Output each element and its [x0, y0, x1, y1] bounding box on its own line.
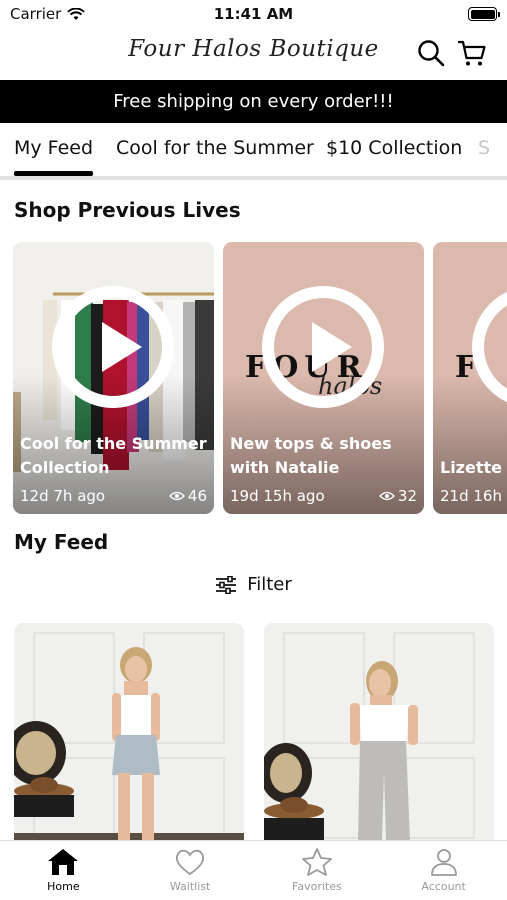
live-card[interactable]: Cool for the Summer Collection 12d 7h ag…	[13, 242, 214, 514]
tab-10-collection[interactable]: $10 Collection	[326, 137, 462, 159]
nav-favorites[interactable]: Favorites	[254, 841, 381, 900]
search-icon[interactable]	[416, 38, 446, 68]
eye-icon	[168, 491, 185, 501]
nav-favorites-label: Favorites	[292, 880, 342, 893]
star-icon	[301, 848, 332, 876]
live-age: 12d 7h ago	[20, 487, 106, 505]
live-card[interactable]: F Lizette & are live! 21d 16h	[433, 242, 507, 514]
sliders-icon	[216, 575, 237, 594]
view-count: 46	[187, 487, 207, 505]
nav-home-label: Home	[47, 880, 80, 893]
live-age: 21d 16h	[440, 487, 502, 505]
clock: 11:41 AM	[213, 5, 294, 23]
person-icon	[430, 849, 457, 876]
nav-home[interactable]: Home	[0, 841, 127, 900]
battery-icon	[468, 7, 500, 21]
nav-waitlist-label: Waitlist	[169, 880, 211, 893]
bottom-tab-bar: Home Waitlist Favorites Account	[0, 840, 507, 900]
filter-button[interactable]: Filter	[0, 574, 507, 595]
promo-banner: Free shipping on every order!!!	[0, 80, 507, 123]
home-icon	[48, 849, 79, 875]
live-title: New tops & shoes with Natalie	[230, 434, 392, 477]
filter-label: Filter	[247, 574, 292, 595]
live-card[interactable]: FOUR halos New tops & shoes with Natalie…	[223, 242, 424, 514]
cart-icon[interactable]	[457, 38, 487, 68]
feed-product-card[interactable]	[14, 623, 244, 841]
tab-partial[interactable]: S	[478, 137, 490, 159]
tab-cool-for-the-summer[interactable]: Cool for the Summer	[116, 137, 314, 159]
app-header: Four Halos Boutique	[0, 28, 507, 80]
section-title-my-feed: My Feed	[14, 530, 109, 554]
nav-account-label: Account	[421, 880, 466, 893]
status-bar: Carrier 11:41 AM	[0, 0, 507, 28]
feed-product-card[interactable]	[264, 623, 494, 841]
section-title-previous-lives: Shop Previous Lives	[14, 198, 241, 222]
tab-my-feed[interactable]: My Feed	[14, 137, 94, 176]
nav-account[interactable]: Account	[380, 841, 507, 900]
collection-tabs: My Feed Cool for the Summer $10 Collecti…	[0, 123, 507, 180]
live-age: 19d 15h ago	[230, 487, 325, 505]
view-count: 32	[397, 487, 417, 505]
product-photo	[264, 623, 494, 841]
previous-lives-carousel[interactable]: Cool for the Summer Collection 12d 7h ag…	[0, 242, 507, 516]
product-photo	[14, 623, 244, 841]
play-icon[interactable]	[52, 286, 174, 408]
eye-icon	[378, 491, 395, 501]
play-icon[interactable]	[262, 286, 384, 408]
live-title: Cool for the Summer Collection	[20, 434, 207, 477]
live-title: Lizette & are live!	[440, 458, 507, 477]
nav-waitlist[interactable]: Waitlist	[127, 841, 254, 900]
heart-icon	[176, 849, 205, 876]
